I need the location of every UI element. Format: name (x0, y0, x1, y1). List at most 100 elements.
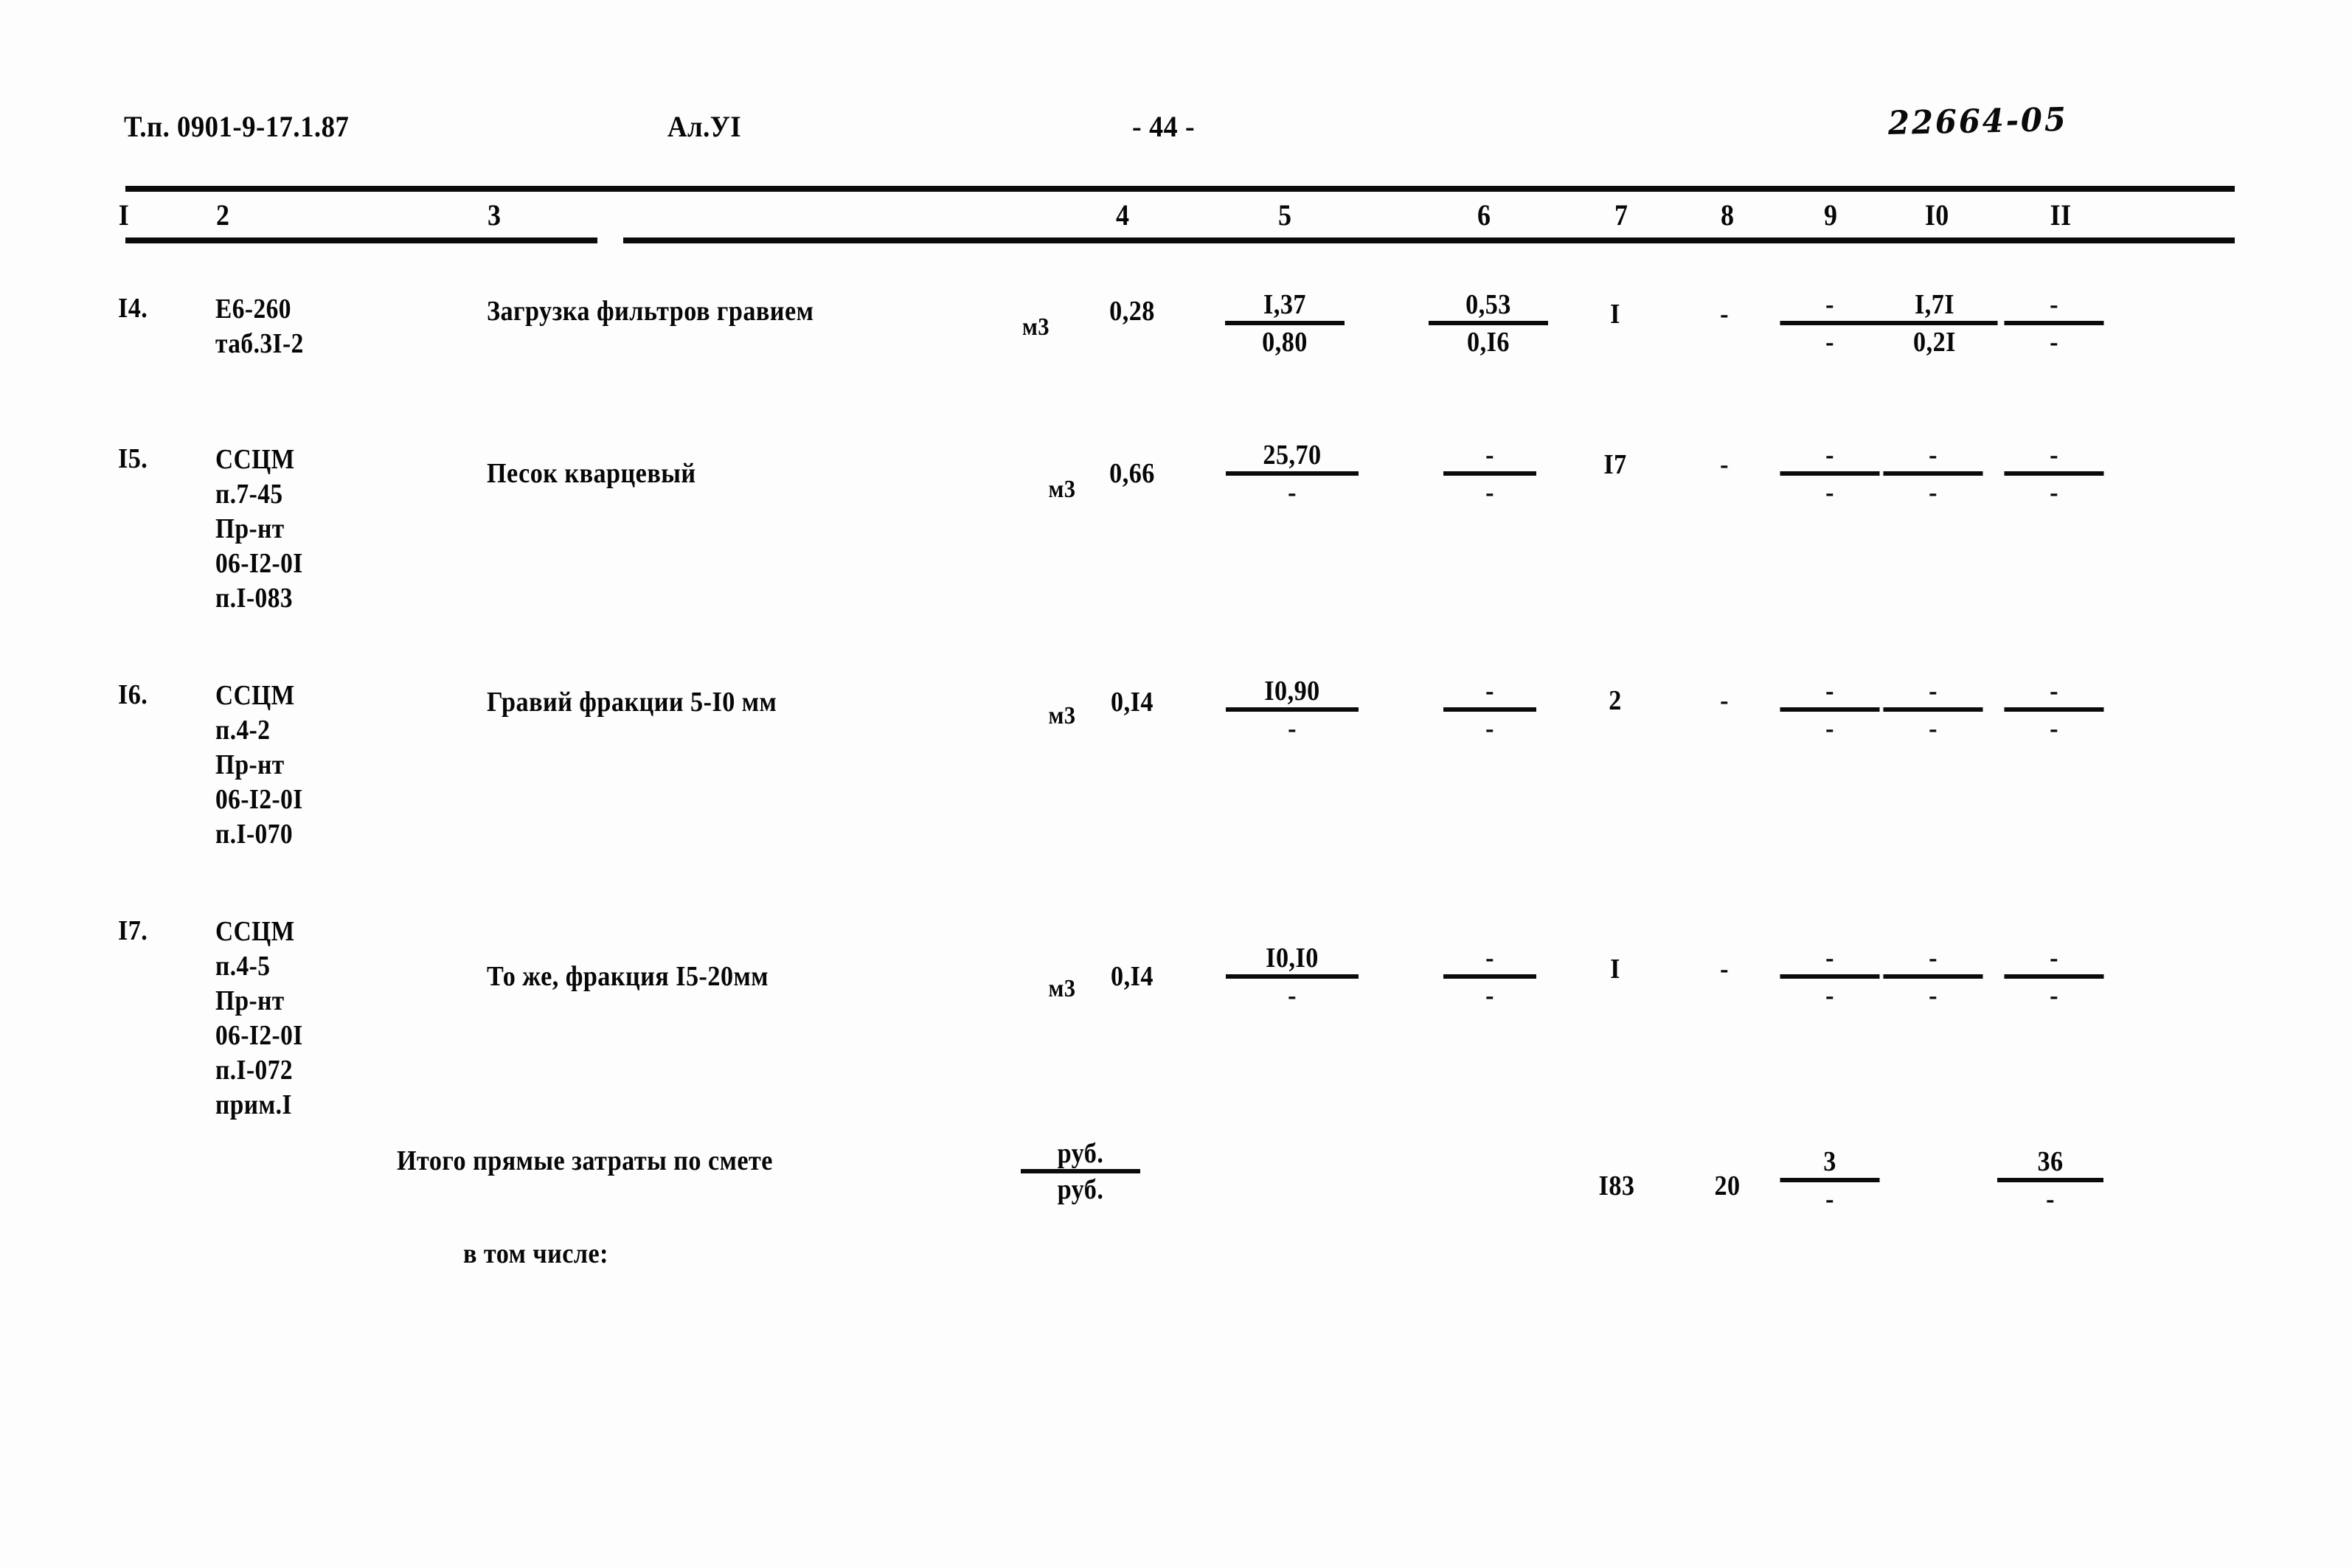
table-header-rule-right (623, 237, 2235, 243)
row-col10-numerator: - (1883, 441, 1983, 476)
row-col11-value: - - (2004, 677, 2104, 744)
row-col5-numerator: I0,90 (1226, 677, 1359, 712)
row-index: I6. (118, 679, 148, 710)
row-norm-code: ССЦМ п.7-45 Пр-нт 06-I2-0I п.I-083 (215, 444, 303, 614)
totals-col8-value: 20 (1714, 1170, 1741, 1201)
totals-col7-value: I83 (1598, 1170, 1635, 1201)
album-label: Ал.УI (667, 110, 742, 143)
row-col5-numerator: I0,I0 (1226, 944, 1359, 979)
row-col6-value: - - (1443, 944, 1536, 1010)
row-quantity: 0,28 (1109, 296, 1155, 327)
row-col6-numerator: - (1443, 677, 1536, 712)
totals-label: Итого прямые затраты по смете (397, 1145, 773, 1176)
table-header-rule-left (125, 237, 597, 243)
totals-col10-value (1884, 1148, 1983, 1153)
row-col9-value: - - (1780, 944, 1880, 1010)
page-number: - 44 - (1132, 110, 1196, 143)
archive-stamp-number: 22664-05 (1887, 100, 2069, 142)
row-col10-value: I,7I 0,2I (1871, 291, 1998, 358)
row-col10-value: - - (1883, 677, 1983, 744)
totals-col9-denominator: - (1825, 1184, 1834, 1215)
row-col11-numerator: - (2004, 677, 2104, 712)
totals-unit-numerator: руб. (1021, 1139, 1140, 1173)
row-col7-value: I7 (1603, 449, 1627, 480)
row-col8-value: - (1720, 954, 1729, 985)
row-col9-value: - - (1780, 291, 1880, 356)
row-col10-denominator: - (1929, 713, 1938, 744)
row-norm-code: ССЦМ п.4-5 Пр-нт 06-I2-0I п.I-072 прим.I (215, 916, 303, 1120)
row-col11-numerator: - (2004, 291, 2104, 325)
row-norm-code: Е6-260 таб.3I-2 (215, 294, 304, 359)
row-col7-value: I (1610, 299, 1620, 330)
row-col6-value: - - (1443, 677, 1536, 743)
row-col11-denominator: - (2050, 327, 2058, 358)
row-col8-value: - (1720, 449, 1729, 480)
row-col7-value: I (1610, 954, 1620, 985)
row-description: Песок кварцевый (487, 458, 696, 489)
row-description: Гравий фракции 5-I0 мм (487, 687, 777, 718)
row-col10-denominator: - (1929, 980, 1938, 1011)
row-col11-numerator: - (2004, 944, 2104, 979)
row-col10-value: - - (1883, 944, 1983, 1011)
row-index: I4. (118, 293, 148, 324)
row-col9-denominator: - (1825, 477, 1834, 508)
totals-col9-numerator: 3 (1780, 1148, 1880, 1182)
row-col11-denominator: - (2050, 713, 2058, 744)
row-col10-denominator: 0,2I (1913, 327, 1956, 358)
row-col6-numerator: 0,53 (1429, 291, 1548, 325)
totals-unit-denominator: руб. (1057, 1174, 1104, 1205)
row-col9-numerator: - (1780, 677, 1880, 712)
column-number-11: II (2050, 198, 2072, 232)
column-number-9: 9 (1824, 198, 1838, 232)
column-number-8: 8 (1721, 198, 1735, 232)
row-col5-numerator: I,37 (1225, 291, 1345, 325)
row-col6-denominator: - (1485, 477, 1494, 508)
row-col5-denominator: - (1288, 713, 1297, 744)
row-col5-denominator: 0,80 (1262, 327, 1308, 358)
table-top-rule (125, 186, 2235, 192)
row-col9-denominator: - (1825, 327, 1834, 358)
row-norm-code: ССЦМ п.4-2 Пр-нт 06-I2-0I п.I-070 (215, 680, 303, 850)
scanned-page: Т.п. 0901-9-17.1.87 Ал.УI - 44 - 22664-0… (0, 0, 2352, 1568)
row-index: I5. (118, 443, 148, 474)
totals-col11-value: 36 - (1997, 1148, 2103, 1213)
row-col10-numerator: - (1883, 944, 1983, 979)
row-col6-value: 0,53 0,I6 (1429, 291, 1548, 356)
row-col10-numerator: I,7I (1871, 291, 1998, 325)
row-col9-numerator: - (1780, 441, 1880, 476)
row-col6-denominator: - (1485, 980, 1494, 1011)
row-description: То же, фракция I5-20мм (487, 961, 769, 992)
row-col10-value: - - (1883, 441, 1983, 508)
row-col9-numerator: - (1780, 291, 1880, 325)
column-number-2: 2 (216, 198, 230, 232)
row-description: Загрузка фильтров гравием (487, 296, 814, 327)
row-col5-value: I0,90 - (1226, 677, 1359, 743)
row-col6-value: - - (1443, 441, 1536, 507)
row-col8-value: - (1720, 685, 1729, 716)
totals-col11-numerator: 36 (1997, 1148, 2103, 1182)
totals-col10-denominator (1884, 1150, 1983, 1153)
totals-col11-denominator: - (2046, 1184, 2055, 1215)
column-number-10: I0 (1924, 198, 1949, 232)
row-col9-numerator: - (1780, 944, 1880, 979)
totals-col9-value: 3 - (1780, 1148, 1880, 1213)
totals-unit: руб. руб. (1021, 1139, 1140, 1204)
column-number-4: 4 (1116, 198, 1130, 232)
row-col7-value: 2 (1609, 685, 1622, 716)
row-index: I7. (118, 915, 148, 946)
column-number-7: 7 (1614, 198, 1628, 232)
including-label: в том числе: (463, 1238, 609, 1269)
row-col11-denominator: - (2050, 980, 2058, 1011)
row-col11-numerator: - (2004, 441, 2104, 476)
row-col8-value: - (1720, 299, 1729, 330)
row-col11-value: - - (2004, 291, 2104, 358)
row-col6-denominator: - (1485, 713, 1494, 744)
row-col11-denominator: - (2050, 477, 2058, 508)
column-number-1: I (118, 198, 130, 232)
row-col5-value: I0,I0 - (1226, 944, 1359, 1010)
column-number-6: 6 (1477, 198, 1491, 232)
row-col11-value: - - (2004, 944, 2104, 1011)
row-col5-value: I,37 0,80 (1225, 291, 1345, 356)
column-number-5: 5 (1278, 198, 1292, 232)
row-col10-denominator: - (1929, 477, 1938, 508)
